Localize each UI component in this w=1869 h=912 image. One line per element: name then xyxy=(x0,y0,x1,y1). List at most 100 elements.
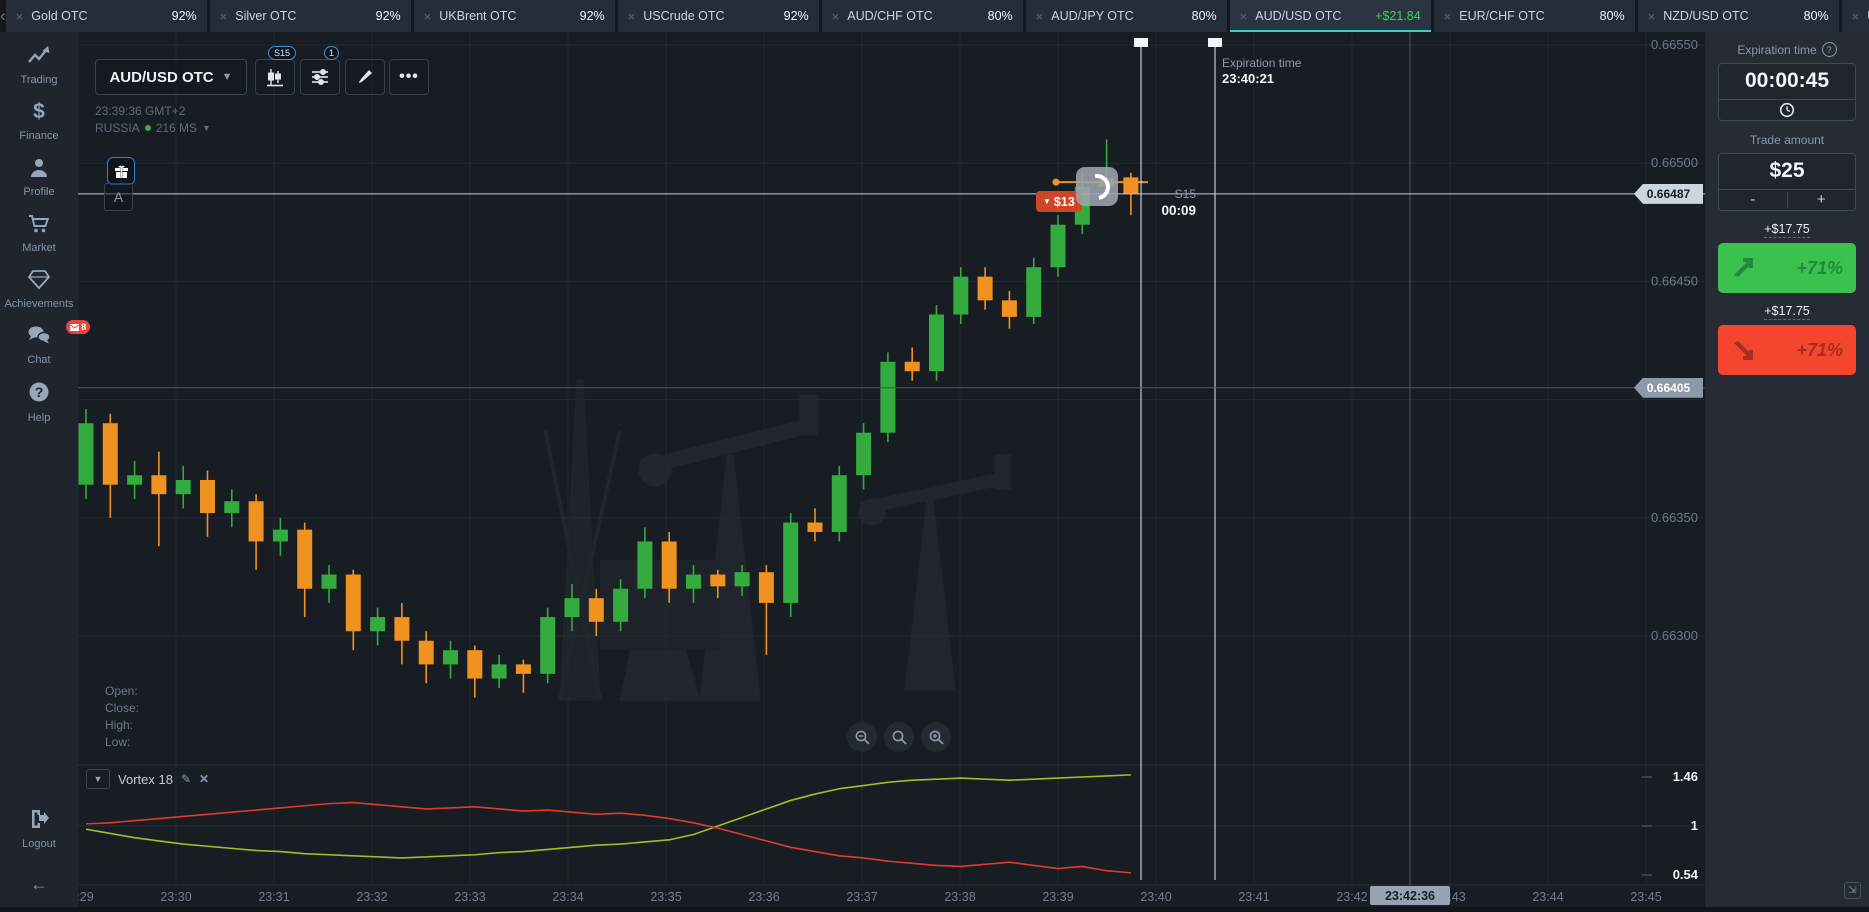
svg-text:0.66350: 0.66350 xyxy=(1651,510,1698,525)
close-tab-icon[interactable]: × xyxy=(1240,10,1248,23)
ohlc-label: Low: xyxy=(105,735,139,749)
svg-text:23:33: 23:33 xyxy=(454,890,485,904)
current-price-tag: 0.66487 xyxy=(1634,184,1703,204)
svg-text:0.66550: 0.66550 xyxy=(1651,37,1698,52)
svg-text:23:34: 23:34 xyxy=(552,890,583,904)
trade-amount-label: Trade amount xyxy=(1718,133,1856,147)
trade-amount-input[interactable]: $25 xyxy=(1719,154,1855,189)
zoom-reset-button[interactable] xyxy=(884,722,914,752)
collapse-panel-icon[interactable]: ⇲ xyxy=(1844,882,1861,899)
sidebar-item-help[interactable]: ? Help xyxy=(27,380,51,424)
asset-tab-uscrude-otc[interactable]: × USCrude OTC 92% xyxy=(618,0,819,32)
asset-tab-gold-otc[interactable]: × Gold OTC 92% xyxy=(6,0,207,32)
sidebar-item-trading[interactable]: Trading xyxy=(21,44,58,86)
sidebar-item-market[interactable]: Market xyxy=(22,212,56,254)
zoom-out-button[interactable] xyxy=(847,722,877,752)
candlestick-chart[interactable]: 0.665500.665000.664500.663500.6630023:29… xyxy=(0,0,1869,907)
svg-text:23:45: 23:45 xyxy=(1630,890,1661,904)
crosshair-price-tag: 0.66405 xyxy=(1634,378,1703,398)
server-status[interactable]: RUSSIA 216 MS ▼ xyxy=(95,121,211,135)
price-alert-marker[interactable]: A xyxy=(104,183,133,211)
close-tab-icon[interactable]: × xyxy=(16,10,24,23)
asset-tab-aud-chf-otc[interactable]: × AUD/CHF OTC 80% xyxy=(822,0,1023,32)
indicator-header: ▼ Vortex 18 ✎ ✕ xyxy=(86,769,209,789)
decrease-amount-button[interactable]: - xyxy=(1719,192,1788,208)
symbol-label: AUD/USD OTC xyxy=(109,69,213,86)
svg-text:23:36: 23:36 xyxy=(748,890,779,904)
close-tab-icon[interactable]: × xyxy=(832,10,840,23)
sidebar-item-achievements[interactable]: Achievements xyxy=(4,268,73,310)
indicators-button[interactable] xyxy=(300,59,340,95)
svg-text:23:37: 23:37 xyxy=(846,890,877,904)
chart-area[interactable]: 0.665500.665000.664500.663500.6630023:29… xyxy=(0,0,1869,907)
svg-text:23:42: 23:42 xyxy=(1336,890,1367,904)
increase-amount-button[interactable]: + xyxy=(1788,192,1856,208)
close-tab-icon[interactable]: × xyxy=(220,10,228,23)
put-down-button[interactable]: +71% xyxy=(1718,325,1856,375)
candles-icon xyxy=(265,67,285,87)
close-tab-icon[interactable]: × xyxy=(424,10,432,23)
sidebar-item-finance[interactable]: $ Finance xyxy=(19,100,58,142)
trade-profit-badge: ▼ $13 xyxy=(1036,191,1082,212)
edit-pencil-icon[interactable]: ✎ xyxy=(181,772,191,786)
symbol-selector-button[interactable]: AUD/USD OTC ▼ xyxy=(95,59,247,95)
collapse-indicator-button[interactable]: ▼ xyxy=(86,769,110,789)
expiration-time-value: 23:40:21 xyxy=(1222,71,1274,86)
expiration-caption: Expiration time xyxy=(1222,56,1301,70)
chevron-down-icon: ▼ xyxy=(202,123,211,133)
triangle-down-icon: ▼ xyxy=(1043,197,1051,206)
crosshair-time-tag: 23:42:36 xyxy=(1370,886,1450,905)
arrow-down-right-icon xyxy=(1731,339,1757,361)
payout-down-value: +$17.75 xyxy=(1764,304,1810,320)
svg-text:0.66300: 0.66300 xyxy=(1651,628,1698,643)
close-tab-icon[interactable]: × xyxy=(1648,10,1656,23)
sidebar-item-chat[interactable]: 8 Chat xyxy=(26,324,52,366)
magnifier-minus-icon xyxy=(854,729,871,746)
help-circle-icon[interactable]: ? xyxy=(1822,42,1837,57)
asset-tab-aud-jpy-otc[interactable]: × AUD/JPY OTC 80% xyxy=(1026,0,1227,32)
pending-interval-label: S15 xyxy=(1130,187,1196,201)
timeframe-badge: S15 xyxy=(268,46,296,60)
expiration-box: 00:00:45 xyxy=(1718,63,1856,121)
svg-text:1: 1 xyxy=(1691,818,1698,833)
question-icon: ? xyxy=(27,380,51,409)
person-icon xyxy=(27,156,51,183)
timeframe-button[interactable] xyxy=(255,59,295,95)
svg-text:$: $ xyxy=(33,100,45,122)
call-up-button[interactable]: +71% xyxy=(1718,243,1856,293)
sidebar-item-profile[interactable]: Profile xyxy=(23,156,54,198)
gift-button[interactable] xyxy=(107,157,135,185)
pending-trade-spinner xyxy=(1076,167,1118,206)
zoom-controls xyxy=(847,722,951,752)
expiration-clock-button[interactable] xyxy=(1719,99,1855,120)
zoom-in-button[interactable] xyxy=(921,722,951,752)
asset-tab-silver-otc[interactable]: × Silver OTC 92% xyxy=(210,0,411,32)
more-tools-button[interactable]: ••• xyxy=(389,59,429,95)
close-tab-icon[interactable]: × xyxy=(1852,10,1860,23)
diamond-icon xyxy=(27,268,51,295)
asset-tab-nzd-usd-otc[interactable]: × NZD/USD OTC 80% xyxy=(1638,0,1839,32)
asset-tab-bar: ‹ × Gold OTC 92%× Silver OTC 92%× UKBren… xyxy=(0,0,1869,32)
asset-tab-usd-chf-otc[interactable]: × USD/CHF OTC 80% xyxy=(1842,0,1869,32)
ohlc-legend: Open:Close:High:Low: xyxy=(105,684,139,749)
expiration-time-input[interactable]: 00:00:45 xyxy=(1719,64,1855,99)
trade-panel: Expiration time ? 00:00:45 Trade amount … xyxy=(1705,32,1869,907)
svg-text:?: ? xyxy=(35,384,44,400)
svg-text:0.66450: 0.66450 xyxy=(1651,273,1698,288)
envelope-icon xyxy=(70,324,79,331)
ohlc-label: Close: xyxy=(105,701,139,715)
close-tab-icon[interactable]: × xyxy=(1036,10,1044,23)
svg-text:1.46: 1.46 xyxy=(1673,769,1698,784)
magnifier-icon xyxy=(891,729,908,746)
asset-tab-eur-chf-otc[interactable]: × EUR/CHF OTC 80% xyxy=(1434,0,1635,32)
close-tab-icon[interactable]: × xyxy=(1444,10,1452,23)
asset-tab-ukbrent-otc[interactable]: × UKBrent OTC 92% xyxy=(414,0,615,32)
connection-status-icon xyxy=(145,125,151,131)
collapse-sidebar-button[interactable]: ← xyxy=(30,874,48,895)
chevron-down-icon: ▼ xyxy=(222,71,233,83)
asset-tab-aud-usd-otc[interactable]: × AUD/USD OTC +$21.84 xyxy=(1230,0,1431,32)
close-tab-icon[interactable]: × xyxy=(628,10,636,23)
sidebar-item-logout[interactable]: Logout xyxy=(22,808,56,850)
remove-indicator-icon[interactable]: ✕ xyxy=(199,772,209,786)
drawing-tools-button[interactable] xyxy=(345,59,385,95)
